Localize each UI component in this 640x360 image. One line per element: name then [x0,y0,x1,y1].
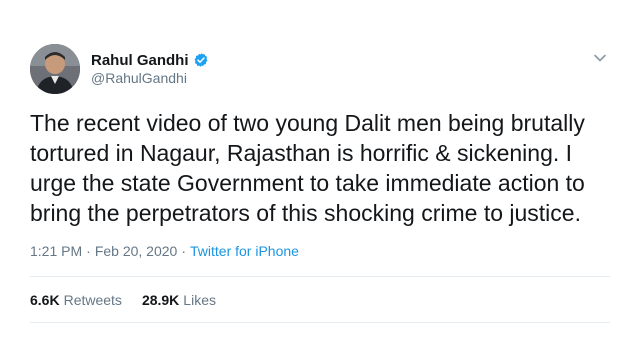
avatar[interactable] [30,44,80,94]
author-handle[interactable]: @RahulGandhi [91,70,187,86]
retweets-count: 6.6K [30,292,60,308]
tweet-stats: 6.6K Retweets 28.9K Likes [30,292,216,308]
tweet-date[interactable]: Feb 20, 2020 [95,243,178,259]
divider [30,276,610,277]
author-name-row[interactable]: Rahul Gandhi [91,50,209,70]
avatar-image [30,44,80,94]
author-display-name[interactable]: Rahul Gandhi [91,52,189,69]
tweet-time[interactable]: 1:21 PM [30,243,82,259]
likes-label: Likes [183,292,216,308]
meta-separator: · [181,243,186,259]
retweets-stat[interactable]: 6.6K Retweets [30,292,122,308]
likes-count: 28.9K [141,292,180,308]
chevron-down-icon [594,54,606,62]
divider [30,322,610,323]
likes-stat[interactable]: 28.9K Likes [142,292,216,308]
retweets-label: Retweets [63,292,122,308]
tweet-options-button[interactable] [590,48,610,68]
tweet-text: The recent video of two young Dalit men … [30,110,585,226]
tweet-meta: 1:21 PM · Feb 20, 2020 · Twitter for iPh… [30,243,299,259]
meta-separator: · [86,243,91,259]
verified-badge-icon [193,52,209,68]
tweet-card: Rahul Gandhi @RahulGandhi The recent vid… [0,0,640,360]
tweet-source-link[interactable]: Twitter for iPhone [190,243,299,259]
